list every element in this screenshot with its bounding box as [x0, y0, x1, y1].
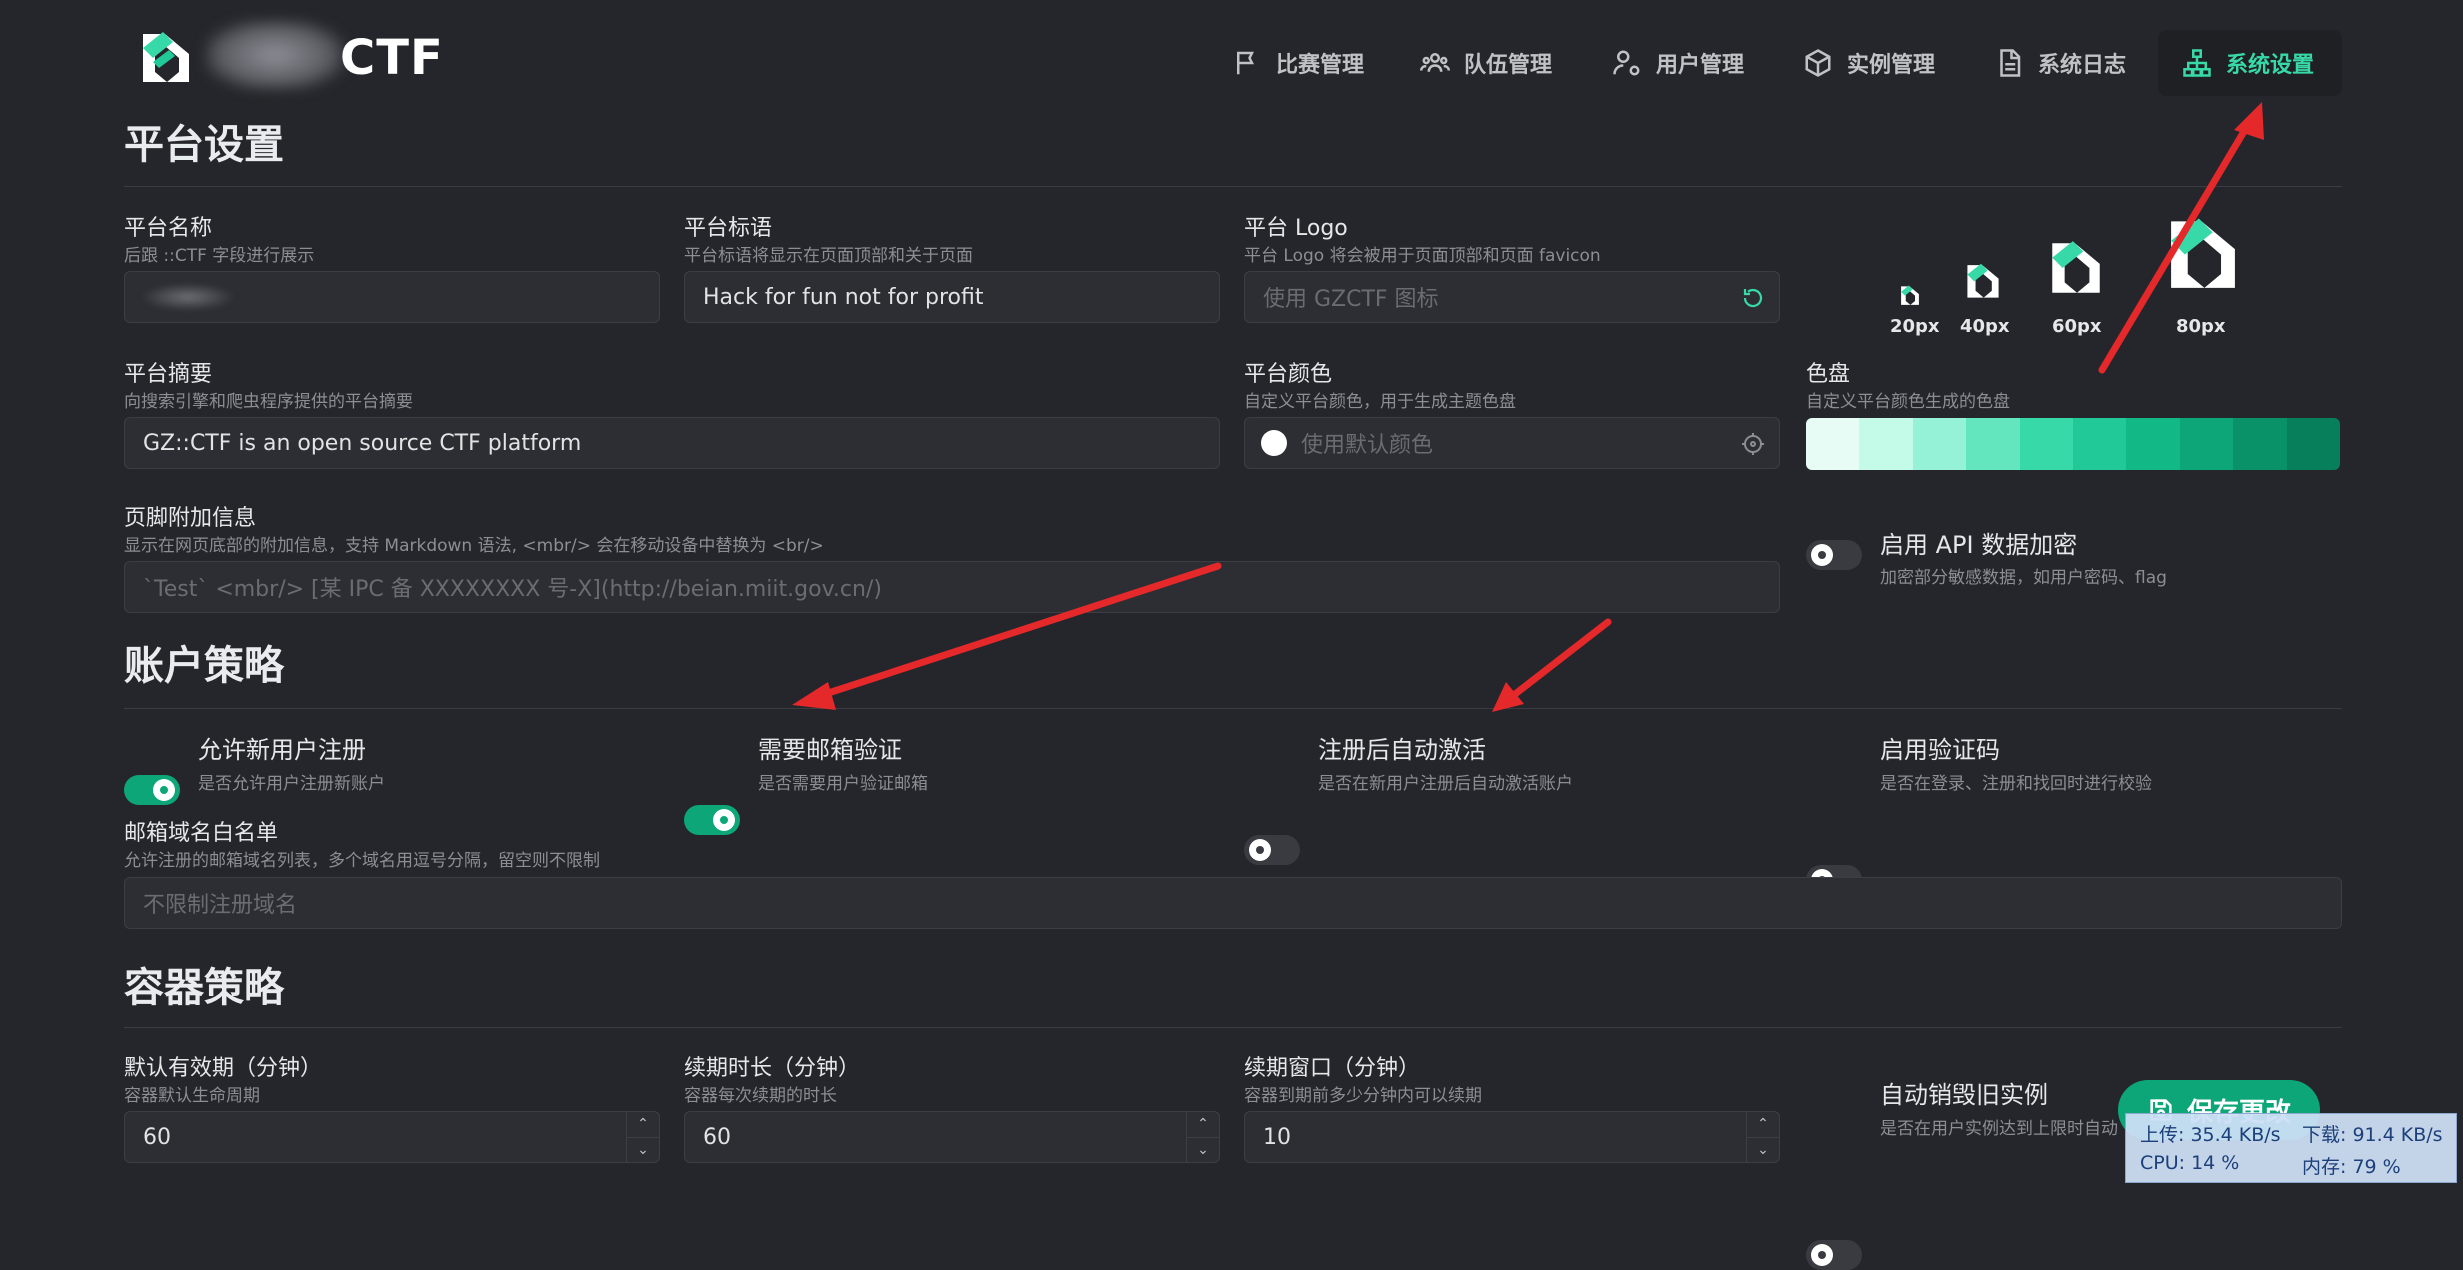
annotation-arrows [792, 102, 2264, 712]
arrow-to-settings [2098, 114, 2256, 374]
auto-destroy-toggle[interactable] [1806, 1240, 1862, 1270]
arrowhead-email-verify [792, 682, 836, 710]
arrow-to-auto-activate [1506, 618, 1612, 702]
arrow-to-email-verify [812, 562, 1222, 701]
